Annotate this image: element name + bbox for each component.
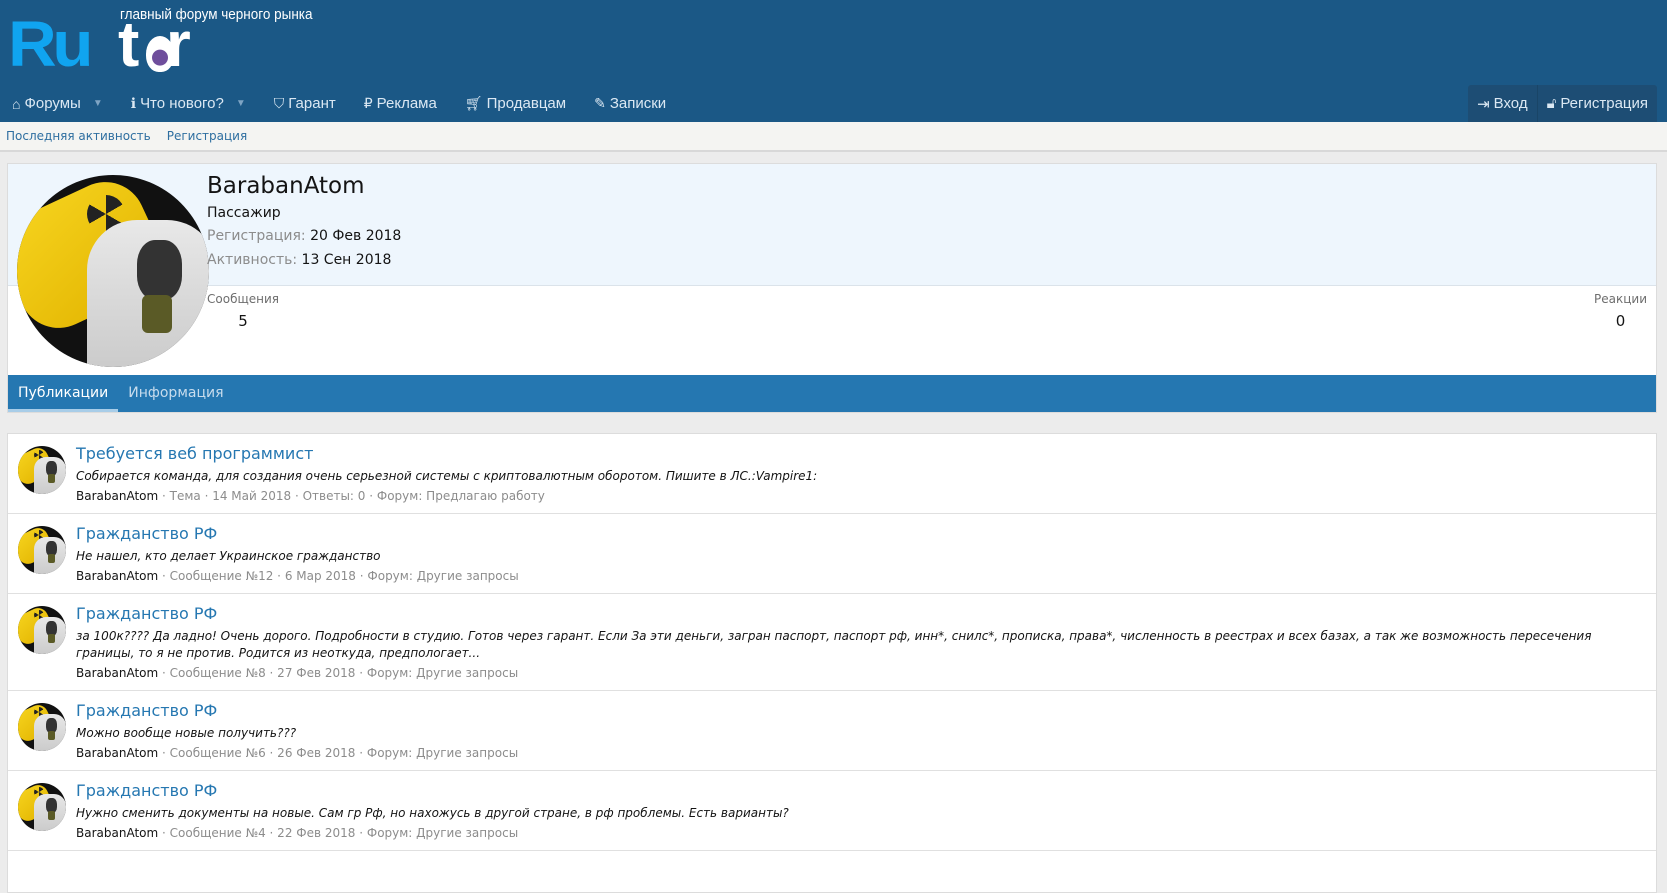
post-meta-text: · Сообщение №4 · 22 Фев 2018 · xyxy=(158,826,367,840)
info-icon: ℹ xyxy=(130,95,137,111)
sub-nav: Последняя активность Регистрация xyxy=(0,122,1667,152)
nav-label: Реклама xyxy=(376,95,437,112)
stat-value: 5 xyxy=(238,312,248,330)
avatar[interactable] xyxy=(18,606,66,654)
ruble-icon: ₽ xyxy=(363,95,373,111)
register-label: Регистрация xyxy=(1560,95,1648,112)
post-title-link[interactable]: Гражданство РФ xyxy=(76,523,1646,545)
nav-forums[interactable]: ⌂ Форумы ▼ xyxy=(12,95,103,112)
avatar[interactable] xyxy=(18,783,66,831)
post-forum-link[interactable]: Форум: Другие запросы xyxy=(367,666,518,680)
post-snippet: Собирается команда, для создания очень с… xyxy=(76,469,818,483)
chevron-down-icon[interactable]: ▼ xyxy=(236,98,246,109)
post-meta: BarabanAtom · Сообщение №4 · 22 Фев 2018… xyxy=(76,826,1646,840)
reg-value: 20 Фев 2018 xyxy=(310,228,402,244)
main-nav: ⌂ Форумы ▼ ℹ Что нового? ▼ ⛉ Гарант ₽ Реклама … xyxy=(12,85,694,122)
nav-label: Что нового? xyxy=(140,95,224,112)
profile-tabs: Публикации Информация xyxy=(8,375,1656,412)
list-item: Требуется веб программист Собирается ком… xyxy=(8,434,1656,514)
nav-label: Продавцам xyxy=(486,95,567,112)
nav-garant[interactable]: ⛉ Гарант xyxy=(274,95,336,112)
account-buttons: ⇥ Вход 🔓︎ Регистрация xyxy=(1468,85,1657,122)
nav-notes[interactable]: ✎ Записки xyxy=(594,95,666,112)
onion-icon xyxy=(146,36,174,72)
post-meta-text: · Сообщение №8 · 27 Фев 2018 · xyxy=(158,666,367,680)
tab-information[interactable]: Информация xyxy=(118,375,233,412)
post-meta: BarabanAtom · Тема · 14 Май 2018 · Ответ… xyxy=(76,489,1646,503)
register-button[interactable]: 🔓︎ Регистрация xyxy=(1536,85,1657,122)
chevron-down-icon[interactable]: ▼ xyxy=(93,98,103,109)
user-title: Пассажир xyxy=(207,205,281,221)
post-forum-link[interactable]: Форум: Предлагаю работу xyxy=(377,489,545,503)
post-title-link[interactable]: Гражданство РФ xyxy=(76,780,1646,802)
lock-icon: 🔓︎ xyxy=(1546,95,1557,112)
home-icon: ⌂ xyxy=(12,95,21,112)
cart-icon: 🛒︎ xyxy=(464,95,483,111)
list-item: Гражданство РФ Нужно сменить документы н… xyxy=(8,771,1656,851)
post-snippet: Не нашел, кто делает Украинское гражданс… xyxy=(76,549,381,563)
act-label: Активность: xyxy=(207,252,298,268)
shield-icon: ⛉ xyxy=(273,95,285,111)
messages-stat[interactable]: Сообщения 5 xyxy=(207,292,279,330)
post-author-link[interactable]: BarabanAtom xyxy=(76,826,158,840)
avatar[interactable] xyxy=(18,703,66,751)
stat-label: Сообщения xyxy=(207,292,280,306)
stat-value: 0 xyxy=(1615,312,1626,330)
subnav-recent-activity[interactable]: Последняя активность xyxy=(6,129,151,143)
post-title-link[interactable]: Гражданство РФ xyxy=(76,700,1646,722)
post-meta-text: · Тема · 14 Май 2018 · Ответы: 0 · xyxy=(158,489,377,503)
post-meta-text: · Сообщение №12 · 6 Мар 2018 · xyxy=(158,569,368,583)
nav-whats-new[interactable]: ℹ Что нового? ▼ xyxy=(131,95,246,112)
tab-publications[interactable]: Публикации xyxy=(8,375,119,412)
nav-ads[interactable]: ₽ Реклама xyxy=(364,95,437,112)
post-snippet: Можно вообще новые получить??? xyxy=(76,726,297,740)
edit-icon: ✎ xyxy=(594,95,606,111)
post-meta: BarabanAtom · Сообщение №12 · 6 Мар 2018… xyxy=(76,569,1646,583)
list-item: Гражданство РФ Не нашел, кто делает Укра… xyxy=(8,514,1656,594)
post-title-link[interactable]: Требуется веб программист xyxy=(76,443,1646,465)
site-logo[interactable]: Ru t r главный форум черного рынка xyxy=(8,6,340,80)
logo-ru: Ru xyxy=(8,8,93,80)
nav-label: Записки xyxy=(609,95,667,112)
profile-username: BarabanAtom xyxy=(207,173,365,199)
reactions-stat: Реакции 0 xyxy=(1594,292,1647,330)
avatar[interactable] xyxy=(17,175,209,367)
stat-label: Реакции xyxy=(1594,292,1647,306)
post-forum-link[interactable]: Форум: Другие запросы xyxy=(367,569,518,583)
list-item: Гражданство РФ за 100к???? Да ладно! Оче… xyxy=(8,594,1656,691)
post-snippet: за 100к???? Да ладно! Очень дорого. Подр… xyxy=(76,629,1592,660)
profile-card: BarabanAtom Пассажир Регистрация: 20 Фев… xyxy=(7,163,1657,413)
post-meta: BarabanAtom · Сообщение №6 · 26 Фев 2018… xyxy=(76,746,1646,760)
post-author-link[interactable]: BarabanAtom xyxy=(76,569,158,583)
last-activity: Активность: 13 Сен 2018 xyxy=(207,252,391,268)
subnav-register[interactable]: Регистрация xyxy=(167,129,247,143)
site-tagline: главный форум черного рынка xyxy=(120,6,313,23)
post-title-link[interactable]: Гражданство РФ xyxy=(76,603,1646,625)
post-author-link[interactable]: BarabanAtom xyxy=(76,746,158,760)
list-item: Гражданство РФ Можно вообще новые получи… xyxy=(8,691,1656,771)
post-forum-link[interactable]: Форум: Другие запросы xyxy=(367,746,518,760)
login-button[interactable]: ⇥ Вход xyxy=(1468,85,1537,122)
posts-list: Требуется веб программист Собирается ком… xyxy=(7,433,1657,893)
sign-in-icon: ⇥ xyxy=(1477,96,1490,113)
avatar[interactable] xyxy=(18,526,66,574)
post-forum-link[interactable]: Форум: Другие запросы xyxy=(367,826,518,840)
login-label: Вход xyxy=(1493,95,1528,112)
nav-label: Форумы xyxy=(24,95,81,112)
site-header: Ru t r главный форум черного рынка ⌂ Фору… xyxy=(0,0,1667,122)
reg-label: Регистрация: xyxy=(207,228,306,244)
post-meta: BarabanAtom · Сообщение №8 · 27 Фев 2018… xyxy=(76,666,1646,680)
post-author-link[interactable]: BarabanAtom xyxy=(76,666,158,680)
registration-date: Регистрация: 20 Фев 2018 xyxy=(207,228,401,244)
nav-label: Гарант xyxy=(288,95,336,112)
post-snippet: Нужно сменить документы на новые. Сам гр… xyxy=(76,806,789,820)
post-meta-text: · Сообщение №6 · 26 Фев 2018 · xyxy=(158,746,367,760)
post-author-link[interactable]: BarabanAtom xyxy=(76,489,158,503)
avatar[interactable] xyxy=(18,446,66,494)
nav-sellers[interactable]: 🛒︎ Продавцам xyxy=(465,95,566,112)
act-value: 13 Сен 2018 xyxy=(301,252,392,268)
